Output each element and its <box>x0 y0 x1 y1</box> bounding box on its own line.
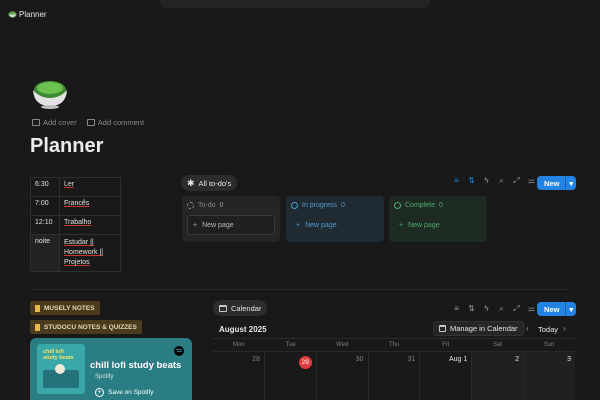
view-tab-calendar[interactable]: Calendar <box>213 300 268 316</box>
calendar-new-button[interactable]: New ▾ <box>537 302 577 316</box>
spotify-embed[interactable]: chill lofi study beats chill lofi study … <box>30 338 192 400</box>
view-tab-all-todos[interactable]: ✱ All to-do's <box>181 175 238 191</box>
calendar-day[interactable]: 2 <box>472 352 525 400</box>
new-page-button-complete[interactable]: + New page <box>394 215 482 235</box>
studocu-notes-link[interactable]: STUDOCU NOTES & QUIZZES <box>30 320 142 334</box>
lightning-icon[interactable]: ϟ <box>483 177 490 185</box>
table-row: 6:30 Ler <box>30 177 121 197</box>
settings-icon[interactable]: ⚌ <box>528 305 535 313</box>
column-header[interactable]: In progress 0 <box>291 202 379 209</box>
calendar-icon <box>439 325 446 332</box>
calendar-icon <box>219 304 227 312</box>
time-cell[interactable]: 7:00 <box>30 196 60 216</box>
calendar-day[interactable]: 3 <box>524 352 576 400</box>
plus-icon: + <box>193 221 198 229</box>
activity-cell[interactable]: Ler <box>59 177 121 197</box>
page-meta-actions: Add cover Add comment <box>32 118 144 127</box>
weekday-header: Mon Tue Wed Thu Fri Sat Sun <box>213 338 575 352</box>
bowl-icon <box>8 11 17 18</box>
board-column-complete: Complete 0 + New page <box>389 196 487 242</box>
time-cell[interactable]: noite <box>30 234 60 272</box>
search-icon[interactable]: ⌕ <box>498 177 505 185</box>
board-column-in-progress: In progress 0 + New page <box>286 196 384 242</box>
musely-notes-link[interactable]: MUSELY NOTES <box>30 301 100 315</box>
calendar-day[interactable]: 28 <box>213 352 265 400</box>
expand-icon[interactable]: ⤢ <box>513 177 520 185</box>
matcha-bowl-icon[interactable] <box>30 72 70 112</box>
add-cover-button[interactable]: Add cover <box>32 118 77 127</box>
activity-cell[interactable]: Estudar || Homework || Projetos <box>59 234 121 272</box>
calendar-day-today[interactable]: 29 <box>265 352 317 400</box>
table-row: 7:00 Francês <box>30 196 121 216</box>
table-row: 12:10 Trabalho <box>30 215 121 235</box>
circle-progress-icon <box>291 202 298 209</box>
calendar-day[interactable]: 31 <box>369 352 421 400</box>
section-divider <box>30 289 570 290</box>
calendar-day[interactable]: Aug 1 <box>420 352 473 400</box>
next-month-icon[interactable]: › <box>563 324 566 333</box>
time-cell[interactable]: 6:30 <box>30 177 60 197</box>
plus-circle-icon: + <box>95 388 104 397</box>
week-row: 28 29 30 31 Aug 1 2 3 <box>213 352 576 400</box>
sort-icon[interactable]: ⇅ <box>468 305 475 313</box>
prev-month-icon[interactable]: ‹ <box>526 324 529 333</box>
page-title[interactable]: Planner <box>30 135 103 158</box>
plus-icon: + <box>296 221 301 229</box>
comment-icon <box>86 119 95 126</box>
save-on-spotify-button[interactable]: + Save on Spotify <box>95 388 154 397</box>
board-toolbar: ≡ ⇅ ϟ ⌕ ⤢ ⚌ <box>453 177 535 185</box>
schedule-table: 6:30 Ler 7:00 Francês 12:10 Trabalho noi… <box>30 177 121 272</box>
character-illustration <box>55 364 65 374</box>
tab-title[interactable]: Planner <box>19 10 47 19</box>
settings-icon[interactable]: ⚌ <box>528 177 535 185</box>
chevron-down-icon[interactable]: ▾ <box>565 176 576 190</box>
activity-cell[interactable]: Francês <box>59 196 121 216</box>
filter-icon[interactable]: ≡ <box>453 177 460 185</box>
activity-cell[interactable]: Trabalho <box>59 215 121 235</box>
image-icon <box>32 119 40 126</box>
search-icon[interactable]: ⌕ <box>498 305 505 313</box>
new-page-button-in-progress[interactable]: + New page <box>291 215 379 235</box>
calendar-day[interactable]: 30 <box>317 352 369 400</box>
board-column-todo: To-do 0 + New page <box>182 196 280 242</box>
column-header[interactable]: To-do 0 <box>187 202 275 209</box>
manage-in-calendar-button[interactable]: Manage in Calendar <box>433 321 524 336</box>
playlist-title[interactable]: chill lofi study beats <box>90 360 185 371</box>
top-search-bar[interactable] <box>160 0 430 8</box>
notebook-icon <box>35 304 40 312</box>
spotify-logo-icon[interactable] <box>174 346 184 356</box>
filter-icon[interactable]: ≡ <box>453 305 460 313</box>
asterisk-icon: ✱ <box>187 177 195 188</box>
board-new-button[interactable]: New ▾ <box>537 176 577 190</box>
lightning-icon[interactable]: ϟ <box>483 305 490 313</box>
playlist-source: Spotify <box>95 374 114 380</box>
new-page-button-todo[interactable]: + New page <box>187 215 275 235</box>
check-circle-icon <box>394 202 401 209</box>
add-comment-button[interactable]: Add comment <box>86 118 144 127</box>
calendar-month-label: August 2025 <box>219 325 267 334</box>
today-button[interactable]: Today <box>538 325 558 334</box>
calendar-toolbar: ≡ ⇅ ϟ ⌕ ⤢ ⚌ <box>453 305 535 313</box>
notebook-icon <box>35 323 40 331</box>
time-cell[interactable]: 12:10 <box>30 215 60 235</box>
table-row: noite Estudar || Homework || Projetos <box>30 234 121 272</box>
album-cover: chill lofi study beats <box>37 344 85 394</box>
chevron-down-icon[interactable]: ▾ <box>565 302 576 316</box>
plus-icon: + <box>399 221 404 229</box>
column-header[interactable]: Complete 0 <box>394 202 482 209</box>
expand-icon[interactable]: ⤢ <box>513 305 520 313</box>
calendar-grid: Mon Tue Wed Thu Fri Sat Sun 28 29 30 31 … <box>213 338 576 400</box>
circle-dashed-icon <box>187 202 194 209</box>
sort-icon[interactable]: ⇅ <box>468 177 475 185</box>
